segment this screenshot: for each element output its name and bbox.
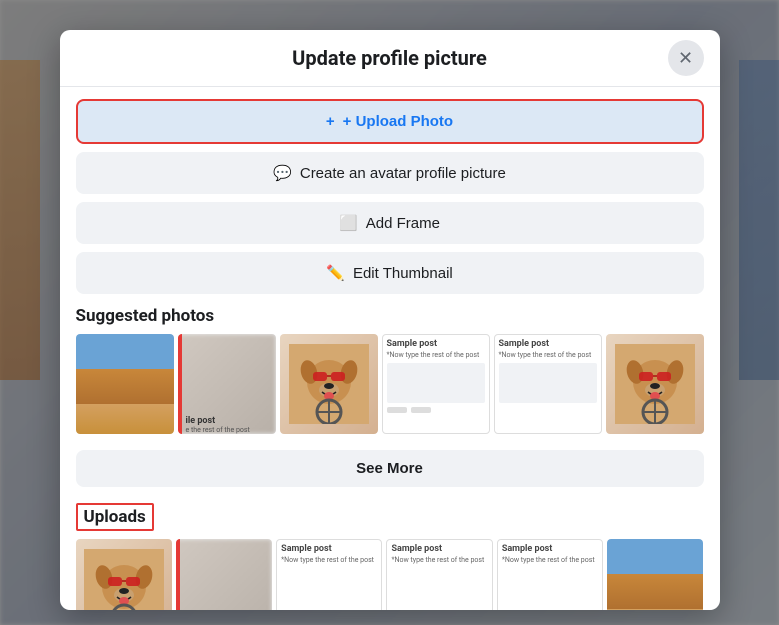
upload-photo-sample3[interactable]: Sample post *Now type the rest of the po… bbox=[497, 539, 603, 610]
dog-image bbox=[280, 334, 378, 434]
sample-post-title-2: Sample post bbox=[499, 339, 597, 349]
landscape-image bbox=[76, 334, 174, 434]
upload-sample-text-3: *Now type the rest of the post bbox=[502, 556, 598, 564]
modal-body: + + Upload Photo 💬 Create an avatar prof… bbox=[60, 87, 720, 610]
add-frame-label: Add Frame bbox=[366, 215, 440, 232]
upload-sample-text-1: *Now type the rest of the post bbox=[281, 556, 377, 564]
frame-icon: ⬜ bbox=[339, 214, 358, 232]
upload-sample-title-1: Sample post bbox=[281, 544, 377, 554]
edit-thumbnail-label: Edit Thumbnail bbox=[353, 265, 453, 282]
sample-post-actions bbox=[387, 407, 485, 413]
create-avatar-label: Create an avatar profile picture bbox=[300, 165, 506, 182]
upload-photo-sample1[interactable]: Sample post *Now type the rest of the po… bbox=[276, 539, 382, 610]
see-more-button[interactable]: See More bbox=[76, 450, 704, 487]
suggested-photo-sample2[interactable]: Sample post *Now type the rest of the po… bbox=[494, 334, 602, 434]
uploads-section: Uploads bbox=[76, 495, 704, 610]
suggested-photo-dog[interactable] bbox=[280, 334, 378, 434]
uploads-grid: Sample post *Now type the rest of the po… bbox=[76, 539, 704, 610]
suggested-photos-title: Suggested photos bbox=[76, 306, 704, 326]
close-button[interactable]: ✕ bbox=[668, 40, 704, 76]
upload-sample-title-2: Sample post bbox=[391, 544, 487, 554]
upload-photo-dog-car[interactable] bbox=[76, 539, 172, 610]
sample-post-title-1: Sample post bbox=[387, 339, 485, 349]
upload-icon: + bbox=[326, 113, 335, 130]
sample-post-image-placeholder2 bbox=[499, 363, 597, 403]
red-strip bbox=[178, 334, 182, 434]
sample-post-text-2: *Now type the rest of the post bbox=[499, 351, 597, 359]
sample-post-text-1: *Now type the rest of the post bbox=[387, 351, 485, 359]
upload-photo-blurred[interactable] bbox=[176, 539, 272, 610]
suggested-photos-grid: ile post e the rest of the post bbox=[76, 334, 704, 434]
modal-backdrop: Update profile picture ✕ + + Upload Phot… bbox=[0, 0, 779, 625]
post-label: ile post bbox=[186, 416, 216, 426]
suggested-photo-blurred[interactable]: ile post e the rest of the post bbox=[178, 334, 276, 434]
add-frame-button[interactable]: ⬜ Add Frame bbox=[76, 202, 704, 244]
modal-header: Update profile picture ✕ bbox=[60, 30, 720, 87]
suggested-photo-landscape[interactable] bbox=[76, 334, 174, 434]
upload-red-strip bbox=[176, 539, 180, 610]
update-profile-picture-modal: Update profile picture ✕ + + Upload Phot… bbox=[60, 30, 720, 610]
post-subtext: e the rest of the post bbox=[186, 426, 250, 434]
create-avatar-button[interactable]: 💬 Create an avatar profile picture bbox=[76, 152, 704, 194]
suggested-photo-sample1[interactable]: Sample post *Now type the rest of the po… bbox=[382, 334, 490, 434]
avatar-icon: 💬 bbox=[273, 164, 292, 182]
upload-sample-title-3: Sample post bbox=[502, 544, 598, 554]
upload-photo-sample2[interactable]: Sample post *Now type the rest of the po… bbox=[386, 539, 492, 610]
close-icon: ✕ bbox=[678, 48, 693, 69]
upload-sample-text-2: *Now type the rest of the post bbox=[391, 556, 487, 564]
upload-photo-landscape[interactable] bbox=[607, 539, 703, 610]
upload-blurred-image bbox=[176, 539, 272, 610]
upload-photo-label: + Upload Photo bbox=[343, 113, 453, 130]
dog-image-2 bbox=[606, 334, 704, 434]
upload-photo-button[interactable]: + + Upload Photo bbox=[76, 99, 704, 144]
upload-landscape-image bbox=[607, 539, 703, 610]
modal-title: Update profile picture bbox=[292, 46, 487, 70]
dog-car-image bbox=[76, 539, 172, 610]
edit-icon: ✏️ bbox=[326, 264, 345, 282]
edit-thumbnail-button[interactable]: ✏️ Edit Thumbnail bbox=[76, 252, 704, 294]
sample-post-image-placeholder bbox=[387, 363, 485, 403]
uploads-title: Uploads bbox=[76, 503, 154, 531]
suggested-photo-dog2[interactable] bbox=[606, 334, 704, 434]
